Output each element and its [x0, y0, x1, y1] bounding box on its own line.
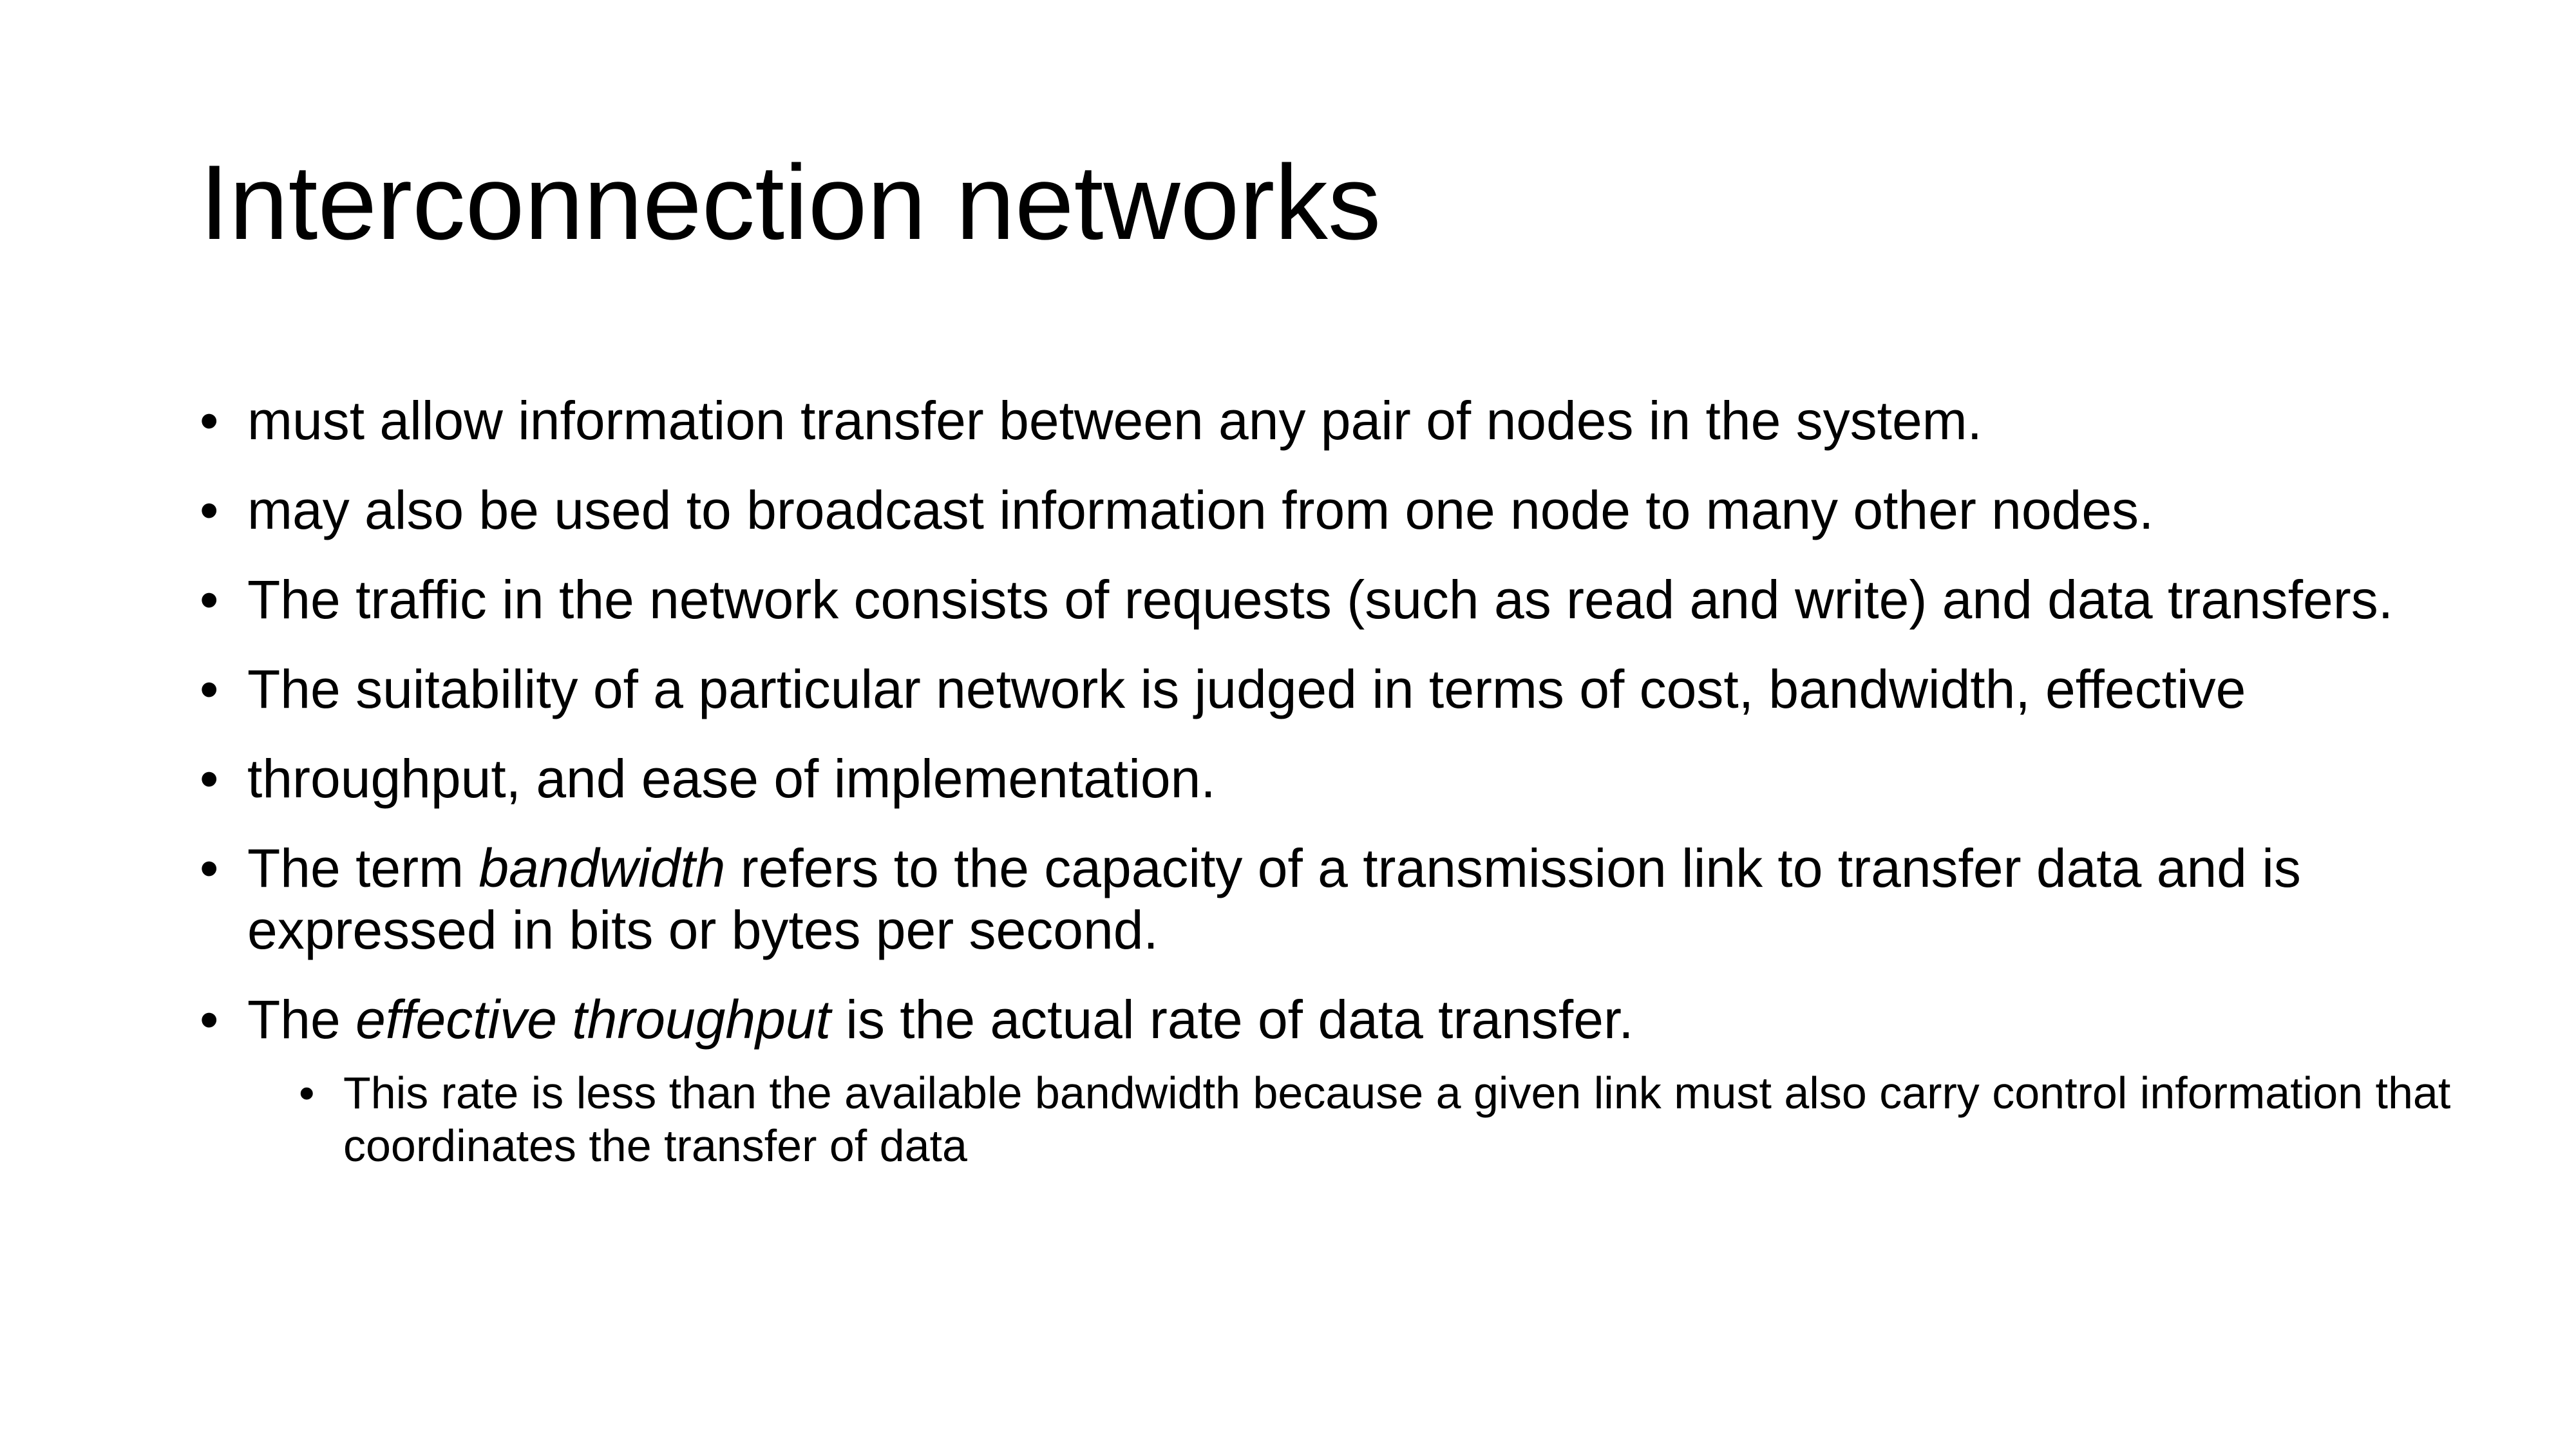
list-item: • may also be used to broadcast informat…: [200, 479, 2467, 541]
bullet-text: must allow information transfer between …: [247, 390, 1982, 451]
bullet-text: may also be used to broadcast informatio…: [247, 480, 2154, 540]
list-item: • The term bandwidth refers to the capac…: [200, 837, 2467, 961]
bullet-text-pre: The term: [247, 838, 479, 898]
list-item: • throughput, and ease of implementation…: [200, 748, 2467, 810]
slide-title: Interconnection networks: [200, 143, 1381, 261]
list-item: • The traffic in the network consists of…: [200, 569, 2467, 630]
bullet-list: • must allow information transfer betwee…: [200, 390, 2467, 1172]
bullet-text: The suitability of a particular network …: [247, 659, 2246, 719]
list-item: • The suitability of a particular networ…: [200, 658, 2467, 720]
bullet-text: throughput, and ease of implementation.: [247, 748, 1216, 809]
bullet-text-emphasis: bandwidth: [478, 838, 726, 898]
list-item: • must allow information transfer betwee…: [200, 390, 2467, 451]
bullet-dot: •: [200, 989, 219, 1050]
sub-list-item: • This rate is less than the available b…: [299, 1066, 2467, 1172]
list-item: • The effective throughput is the actual…: [200, 989, 2467, 1050]
bullet-dot: •: [200, 748, 219, 809]
sub-bullet-text: This rate is less than the available ban…: [343, 1068, 2451, 1171]
bullet-text-pre: The: [247, 989, 356, 1050]
sub-bullet-dot: •: [299, 1068, 315, 1118]
bullet-dot: •: [200, 390, 219, 451]
slide: Interconnection networks • must allow in…: [0, 0, 2576, 1449]
bullet-dot: •: [200, 659, 219, 719]
bullet-text-emphasis: effective throughput: [355, 989, 831, 1050]
bullet-dot: •: [200, 569, 219, 630]
bullet-text: The traffic in the network consists of r…: [247, 569, 2394, 630]
bullet-dot: •: [200, 480, 219, 540]
bullet-text-post: is the actual rate of data transfer.: [830, 989, 1634, 1050]
bullet-dot: •: [200, 838, 219, 898]
